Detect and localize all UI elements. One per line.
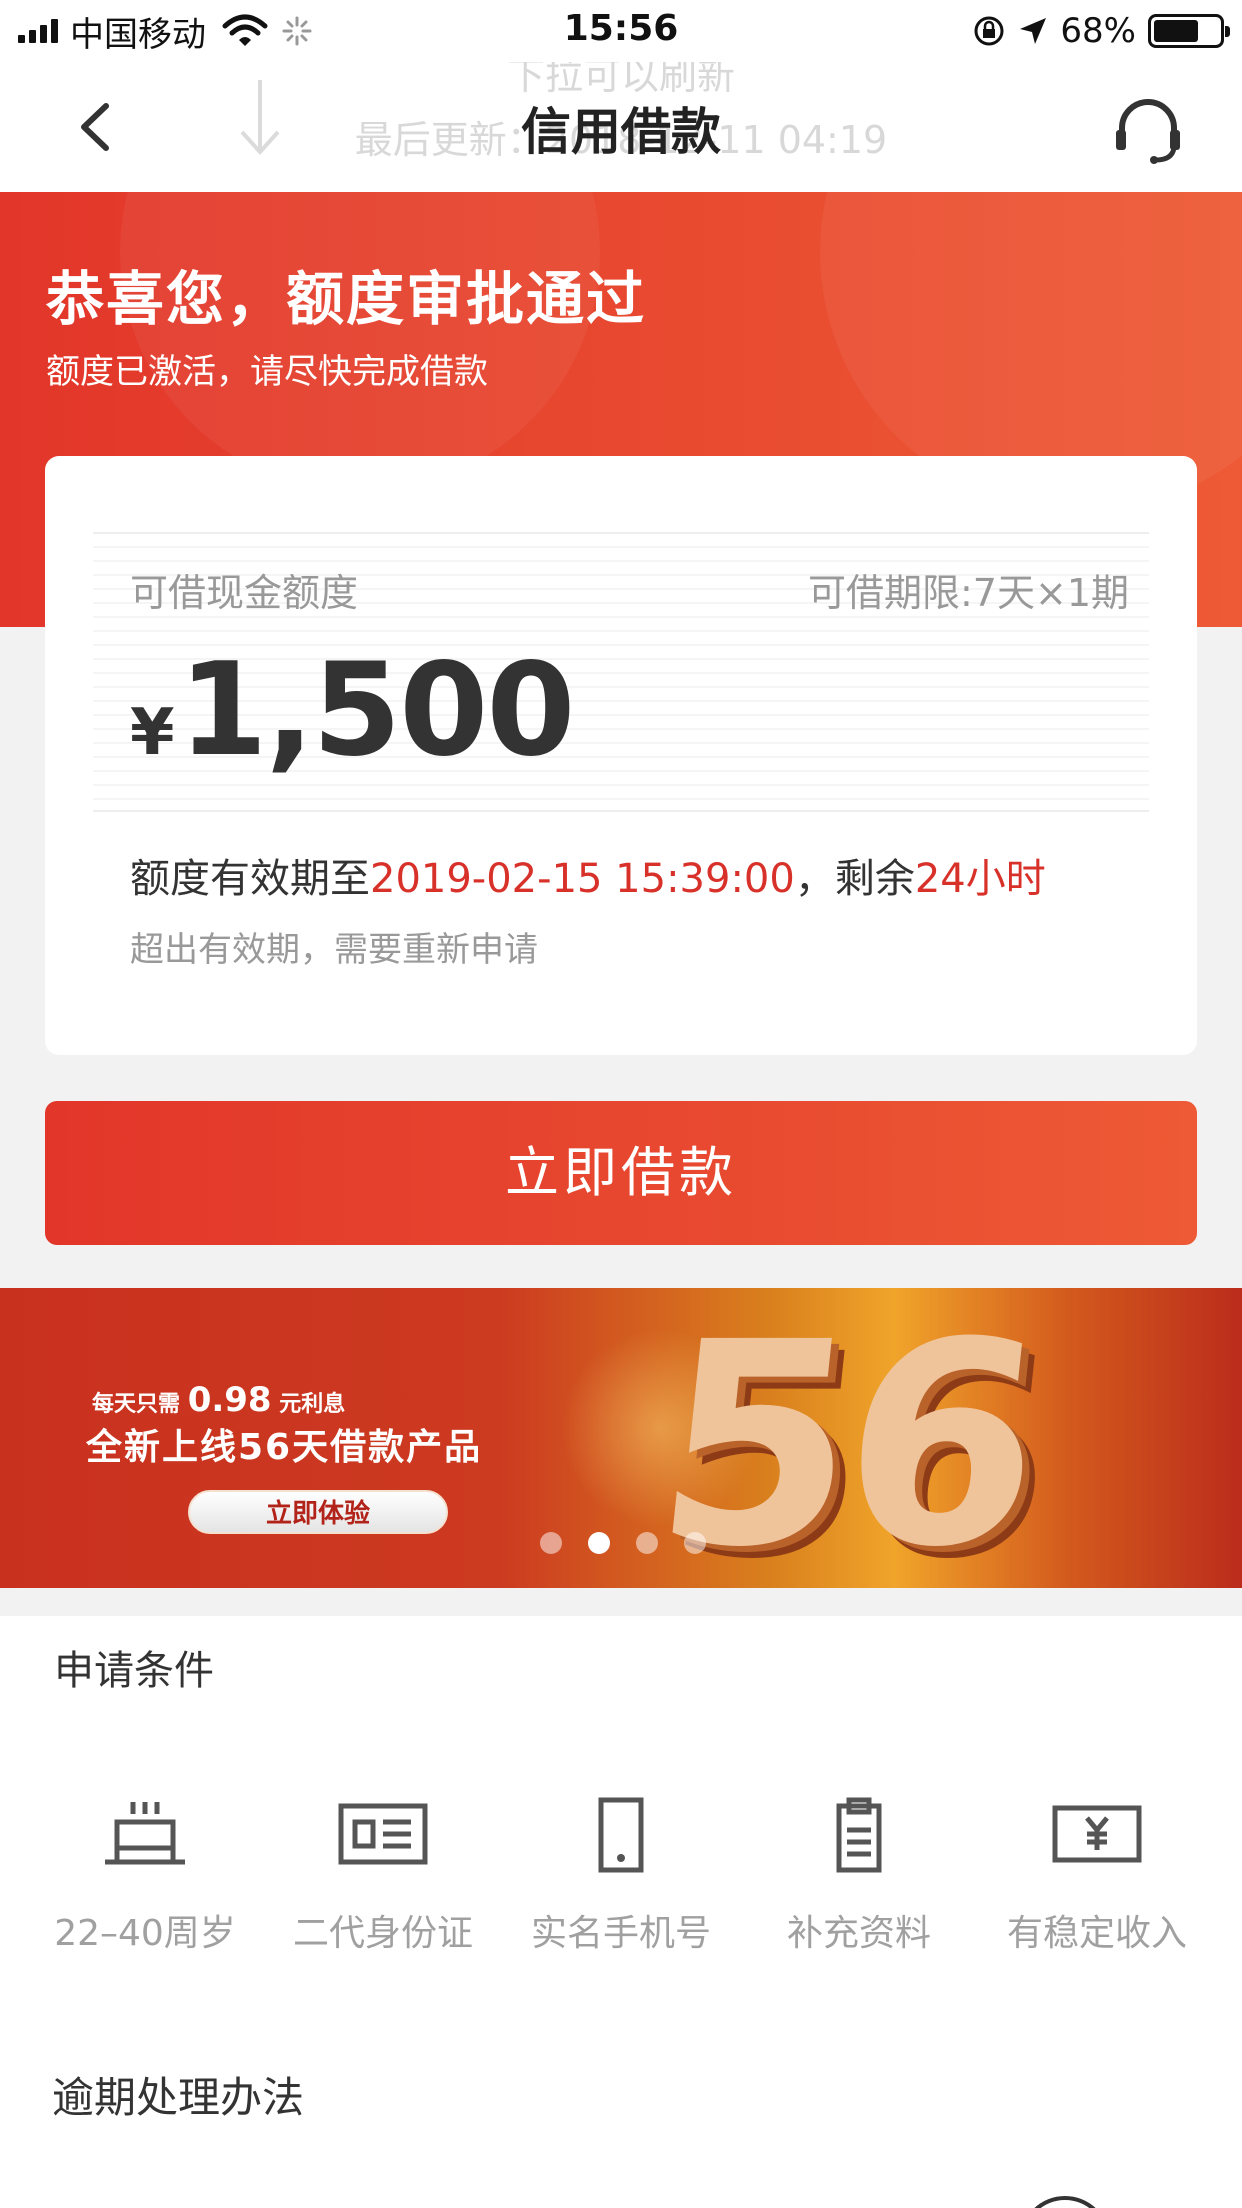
condition-id-card: 二代身份证	[264, 1796, 502, 1956]
validity-mid: ，剩余	[794, 856, 915, 902]
orientation-lock-icon	[974, 16, 1004, 46]
nav-bar: 下拉可以刷新 最后更新：2018-12-11 04:19 信用借款	[0, 54, 1242, 192]
cake-icon	[105, 1802, 185, 1865]
currency-symbol: ¥	[130, 696, 175, 770]
conditions-title: 申请条件	[54, 1648, 214, 1694]
battery-percent: 68%	[1060, 11, 1136, 51]
borrow-now-button[interactable]: 立即借款	[45, 1101, 1197, 1245]
overdue-section[interactable]: 逾期处理办法	[0, 2056, 1242, 2208]
pagination-dot[interactable]	[588, 1532, 610, 1554]
credit-limit-card: 可借现金额度 可借期限:7天×1期 ¥ 1,500 额度有效期至2019-02-…	[45, 456, 1197, 1055]
condition-income: 有稳定收入	[978, 1796, 1216, 1956]
amount-label: 可借现金额度	[130, 571, 359, 615]
banner-try-button[interactable]: 立即体验	[188, 1490, 448, 1534]
yuan-bill-icon	[1052, 1805, 1142, 1863]
pagination-dot[interactable]	[540, 1532, 562, 1554]
circle-icon	[1020, 2196, 1110, 2208]
term-label: 可借期限:7天×1期	[808, 571, 1129, 615]
validity-note: 超出有效期，需要重新申请	[130, 930, 538, 970]
pagination-dot[interactable]	[636, 1532, 658, 1554]
battery-icon	[1148, 14, 1230, 48]
approval-title: 恭喜您，额度审批通过	[46, 265, 647, 333]
location-arrow-icon	[1020, 18, 1047, 44]
conditions-list: 22–40周岁 二代身份证 实名手机号 补充资料 有稳定收入	[0, 1796, 1242, 1956]
banner-interest-prefix: 每天只需	[92, 1392, 181, 1417]
headset-icon[interactable]	[1112, 92, 1184, 164]
condition-label: 实名手机号	[530, 1913, 711, 1954]
approval-subtitle: 额度已激活，请尽快完成借款	[46, 352, 488, 392]
amount-value: 1,500	[178, 636, 576, 785]
page-title: 信用借款	[521, 103, 721, 161]
overdue-title: 逾期处理办法	[52, 2073, 305, 2122]
condition-label: 二代身份证	[292, 1913, 473, 1954]
banner-interest-line: 每天只需 0.98 元利息	[92, 1380, 345, 1420]
status-right: 68%	[972, 10, 1230, 52]
credit-amount: ¥ 1,500	[130, 636, 576, 785]
phone-icon	[598, 1797, 644, 1873]
banner-interest-suffix: 元利息	[279, 1392, 346, 1417]
condition-label: 有稳定收入	[1006, 1913, 1187, 1954]
condition-label: 22–40周岁	[54, 1913, 236, 1954]
id-card-icon	[338, 1803, 428, 1865]
banner-interest-value: 0.98	[187, 1380, 272, 1420]
condition-label: 补充资料	[786, 1913, 931, 1954]
validity-prefix: 额度有效期至	[130, 856, 370, 902]
condition-documents: 补充资料	[740, 1796, 978, 1956]
conditions-section: 申请条件 22–40周岁 二代身份证 实名手机号 补充资料 有稳定收入	[0, 1616, 1242, 2056]
condition-age: 22–40周岁	[26, 1796, 264, 1956]
clipboard-icon	[836, 1797, 882, 1873]
validity-line: 额度有效期至2019-02-15 15:39:00，剩余24小时	[130, 846, 1046, 904]
banner-pagination	[540, 1532, 706, 1554]
status-bar: 中国移动 15:56 68%	[0, 0, 1242, 62]
validity-date: 2019-02-15 15:39:00	[370, 856, 795, 902]
remaining-time: 24小时	[914, 856, 1046, 902]
banner-headline: 全新上线56天借款产品	[86, 1427, 483, 1468]
pagination-dot[interactable]	[684, 1532, 706, 1554]
condition-phone: 实名手机号	[502, 1796, 740, 1956]
